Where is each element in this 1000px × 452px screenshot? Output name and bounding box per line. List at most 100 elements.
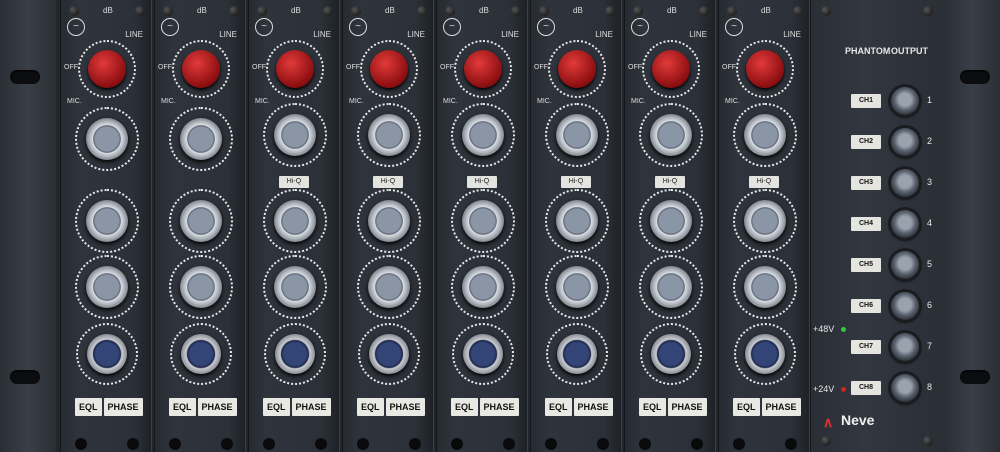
eql-button[interactable]: EQL: [75, 398, 102, 416]
lf-eq-knob[interactable]: [650, 266, 692, 308]
rack-slot: [960, 370, 990, 384]
filter-knob[interactable]: [181, 334, 221, 374]
mic-label: MIC.: [443, 98, 458, 105]
hf-eq-knob[interactable]: [274, 114, 316, 156]
filter-knob[interactable]: [463, 334, 503, 374]
switch-row: EQL PHASE: [733, 398, 801, 416]
phantom-header: PHANTOM: [845, 46, 891, 56]
mid-eq-knob[interactable]: [368, 200, 410, 242]
gain-knob[interactable]: [370, 50, 408, 88]
phantom-button[interactable]: CH6: [851, 299, 881, 313]
output-knob[interactable]: [891, 169, 919, 197]
hiq-button[interactable]: Hi-Q: [373, 176, 403, 188]
mid-eq-knob[interactable]: [462, 200, 504, 242]
filter-knob[interactable]: [275, 334, 315, 374]
hf-eq-knob[interactable]: [368, 114, 410, 156]
jack-socket: [597, 438, 609, 450]
phase-button[interactable]: PHASE: [573, 398, 613, 416]
output-knob[interactable]: [891, 292, 919, 320]
hiq-button[interactable]: Hi-Q: [749, 176, 779, 188]
filter-knob[interactable]: [557, 334, 597, 374]
phase-button[interactable]: PHASE: [479, 398, 519, 416]
output-knob[interactable]: [891, 87, 919, 115]
phase-button[interactable]: PHASE: [103, 398, 143, 416]
screw: [417, 6, 427, 16]
gain-knob[interactable]: [464, 50, 502, 88]
mid-eq-knob[interactable]: [556, 200, 598, 242]
lf-eq-knob[interactable]: [274, 266, 316, 308]
hf-eq-knob[interactable]: [180, 118, 222, 160]
gain-knob[interactable]: [182, 50, 220, 88]
line-label: LINE: [407, 30, 425, 39]
phase-button[interactable]: PHASE: [197, 398, 237, 416]
eql-button[interactable]: EQL: [357, 398, 384, 416]
v48-led: [841, 327, 846, 332]
v48-label: +48V: [813, 324, 835, 334]
switch-row: EQL PHASE: [451, 398, 519, 416]
off-label: OFF: [346, 64, 360, 71]
db-label: dB: [103, 6, 113, 15]
mic-label: MIC.: [161, 98, 176, 105]
output-knob[interactable]: [891, 251, 919, 279]
screw: [163, 6, 173, 16]
lf-eq-knob[interactable]: [180, 266, 222, 308]
eql-button[interactable]: EQL: [263, 398, 290, 416]
phantom-button[interactable]: CH8: [851, 381, 881, 395]
db-label: dB: [197, 6, 207, 15]
phantom-button[interactable]: CH4: [851, 217, 881, 231]
output-knob[interactable]: [891, 210, 919, 238]
mid-eq-knob[interactable]: [274, 200, 316, 242]
mid-eq-knob[interactable]: [86, 200, 128, 242]
phantom-button[interactable]: CH5: [851, 258, 881, 272]
screw: [699, 6, 709, 16]
lf-eq-knob[interactable]: [744, 266, 786, 308]
eql-button[interactable]: EQL: [639, 398, 666, 416]
filter-knob[interactable]: [369, 334, 409, 374]
mic-label: MIC.: [537, 98, 552, 105]
filter-knob[interactable]: [651, 334, 691, 374]
off-label: OFF: [722, 64, 736, 71]
phantom-button[interactable]: CH7: [851, 340, 881, 354]
gain-knob[interactable]: [652, 50, 690, 88]
filter-knob[interactable]: [745, 334, 785, 374]
eql-button[interactable]: EQL: [545, 398, 572, 416]
hiq-button[interactable]: Hi-Q: [561, 176, 591, 188]
output-knob[interactable]: [891, 374, 919, 402]
switch-row: EQL PHASE: [545, 398, 613, 416]
hf-eq-knob[interactable]: [86, 118, 128, 160]
phase-button[interactable]: PHASE: [385, 398, 425, 416]
lf-eq-knob[interactable]: [368, 266, 410, 308]
phase-button[interactable]: PHASE: [761, 398, 801, 416]
lf-eq-knob[interactable]: [556, 266, 598, 308]
output-knob[interactable]: [891, 128, 919, 156]
output-knob[interactable]: [891, 333, 919, 361]
phase-button[interactable]: PHASE: [291, 398, 331, 416]
filter-knob[interactable]: [87, 334, 127, 374]
eql-button[interactable]: EQL: [733, 398, 760, 416]
eql-button[interactable]: EQL: [451, 398, 478, 416]
phantom-button[interactable]: CH1: [851, 94, 881, 108]
lf-eq-knob[interactable]: [86, 266, 128, 308]
hiq-button[interactable]: Hi-Q: [467, 176, 497, 188]
gain-knob[interactable]: [558, 50, 596, 88]
eql-button[interactable]: EQL: [169, 398, 196, 416]
phase-button[interactable]: PHASE: [667, 398, 707, 416]
lf-eq-knob[interactable]: [462, 266, 504, 308]
phantom-button[interactable]: CH2: [851, 135, 881, 149]
gain-knob[interactable]: [276, 50, 314, 88]
hf-eq-knob[interactable]: [462, 114, 504, 156]
screw: [793, 6, 803, 16]
mid-eq-knob[interactable]: [180, 200, 222, 242]
phantom-button[interactable]: CH3: [851, 176, 881, 190]
gain-knob[interactable]: [88, 50, 126, 88]
jack-socket: [639, 438, 651, 450]
hf-eq-knob[interactable]: [556, 114, 598, 156]
gain-knob[interactable]: [746, 50, 784, 88]
mid-eq-knob[interactable]: [744, 200, 786, 242]
hf-eq-knob[interactable]: [744, 114, 786, 156]
mid-eq-knob[interactable]: [650, 200, 692, 242]
neve-logo-mark: ∧: [823, 414, 834, 430]
hf-eq-knob[interactable]: [650, 114, 692, 156]
hiq-button[interactable]: Hi-Q: [655, 176, 685, 188]
hiq-button[interactable]: Hi-Q: [279, 176, 309, 188]
